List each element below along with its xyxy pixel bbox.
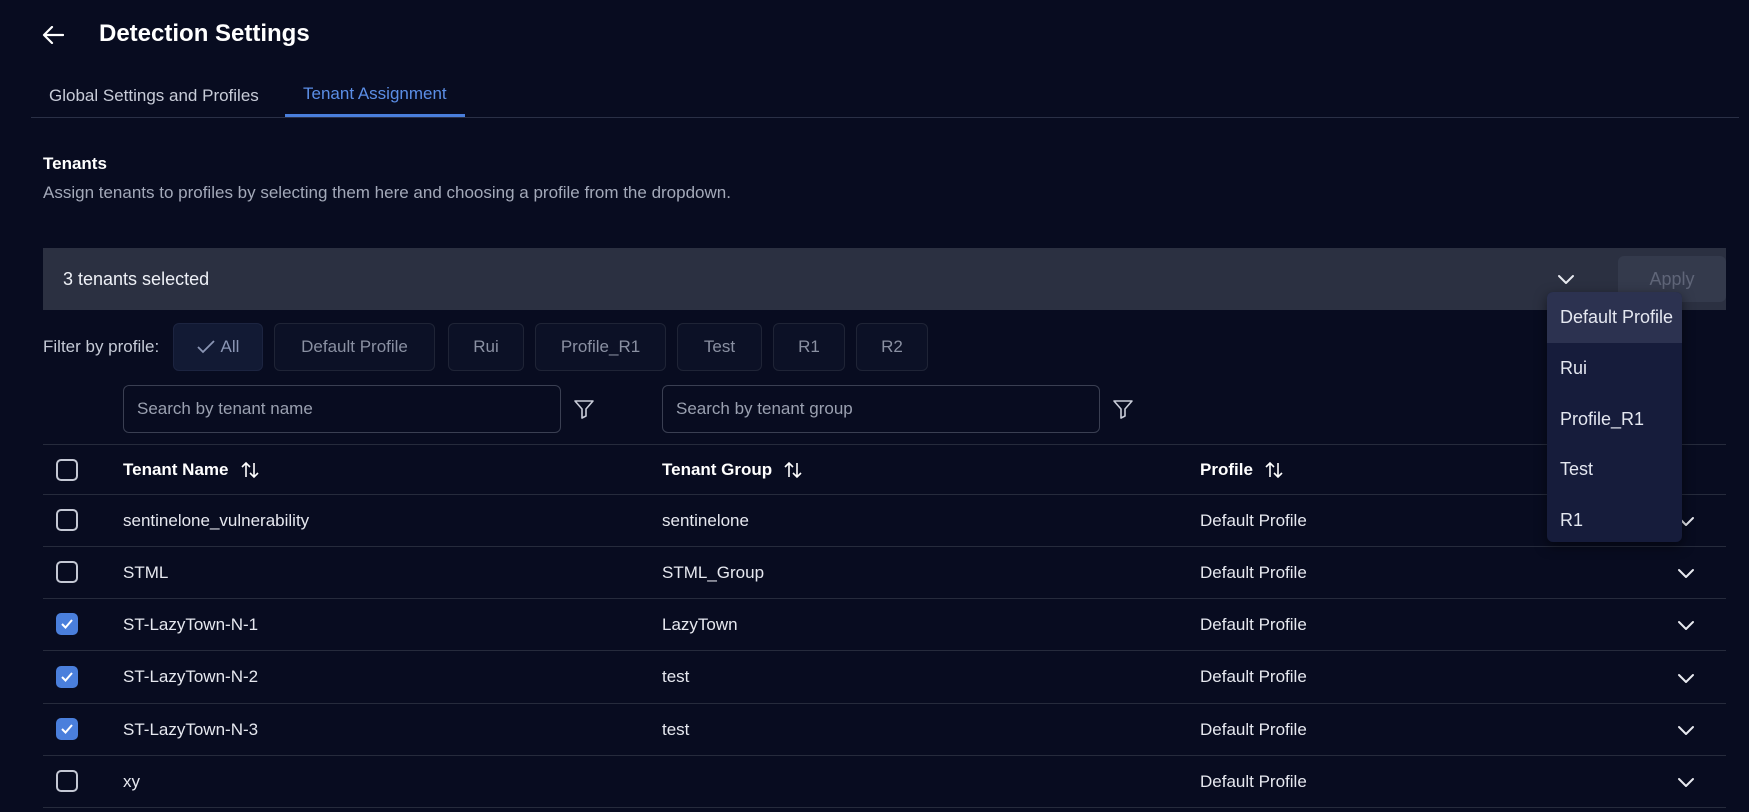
tenant-profile: Default Profile bbox=[1200, 771, 1307, 791]
tenant-name: sentinelone_vulnerability bbox=[123, 510, 310, 530]
row-checkbox[interactable] bbox=[56, 509, 78, 531]
row-checkbox[interactable] bbox=[56, 613, 78, 635]
row-checkbox[interactable] bbox=[56, 718, 78, 740]
chevron-down-icon[interactable] bbox=[1674, 718, 1698, 742]
dropdown-option-r1[interactable]: R1 bbox=[1547, 495, 1682, 542]
filter-funnel-icon[interactable] bbox=[572, 397, 596, 421]
tenant-profile: Default Profile bbox=[1200, 562, 1307, 582]
tab-tenant-assignment[interactable]: Tenant Assignment bbox=[285, 74, 465, 117]
filter-chip-r1[interactable]: R1 bbox=[773, 323, 845, 371]
column-label: Tenant Name bbox=[123, 460, 229, 479]
section-title: Tenants bbox=[43, 154, 107, 173]
tenant-name: xy bbox=[123, 771, 140, 791]
check-icon bbox=[196, 340, 215, 354]
tenant-profile: Default Profile bbox=[1200, 614, 1307, 634]
filter-chip-all[interactable]: All bbox=[173, 323, 263, 371]
filter-chip-label: All bbox=[220, 337, 240, 356]
tenant-group-search-input[interactable] bbox=[662, 385, 1100, 433]
dropdown-option-profile-r1[interactable]: Profile_R1 bbox=[1547, 394, 1682, 445]
sort-icon[interactable] bbox=[1263, 459, 1285, 481]
tenant-group: sentinelone bbox=[662, 510, 749, 530]
row-checkbox[interactable] bbox=[56, 770, 78, 792]
dropdown-option-rui[interactable]: Rui bbox=[1547, 343, 1682, 394]
tenant-group: test bbox=[662, 667, 690, 686]
dropdown-option-default-profile[interactable]: Default Profile bbox=[1547, 292, 1682, 343]
section-description: Assign tenants to profiles by selecting … bbox=[43, 183, 731, 202]
row-checkbox[interactable] bbox=[56, 561, 78, 583]
selected-count: 3 tenants selected bbox=[63, 268, 210, 289]
column-header-tenant-name[interactable]: Tenant Name bbox=[123, 445, 261, 495]
table-row: ST-LazyTown-N-3 test Default Profile bbox=[43, 704, 1726, 756]
tab-global-settings[interactable]: Global Settings and Profiles bbox=[31, 74, 277, 118]
chevron-down-icon[interactable] bbox=[1674, 561, 1698, 585]
tenant-name: ST-LazyTown-N-3 bbox=[123, 719, 259, 739]
filter-chip-profile-r1[interactable]: Profile_R1 bbox=[535, 323, 666, 371]
tenant-profile: Default Profile bbox=[1200, 719, 1307, 739]
chevron-down-icon[interactable] bbox=[1674, 613, 1698, 637]
table-row: STML STML_Group Default Profile bbox=[43, 547, 1726, 599]
select-all-checkbox[interactable] bbox=[56, 459, 78, 481]
dropdown-option-test[interactable]: Test bbox=[1547, 444, 1682, 495]
tenant-group: STML_Group bbox=[662, 562, 765, 582]
page-title: Detection Settings bbox=[99, 20, 310, 47]
back-arrow-icon[interactable] bbox=[40, 22, 66, 48]
column-label: Tenant Group bbox=[662, 460, 773, 479]
chevron-down-icon[interactable] bbox=[1674, 770, 1698, 794]
sort-icon[interactable] bbox=[239, 459, 261, 481]
filter-label: Filter by profile: bbox=[43, 337, 160, 356]
column-header-profile[interactable]: Profile bbox=[1200, 445, 1285, 495]
table-row: xy Default Profile bbox=[43, 756, 1726, 808]
table-header-row: Tenant Name Tenant Group Profile bbox=[43, 444, 1726, 495]
table-row: ST-LazyTown-N-2 test Default Profile bbox=[43, 651, 1726, 704]
filter-chip-default-profile[interactable]: Default Profile bbox=[274, 323, 435, 371]
tenant-profile: Default Profile bbox=[1200, 667, 1307, 686]
column-label: Profile bbox=[1200, 460, 1253, 479]
tenant-name: ST-LazyTown-N-2 bbox=[123, 667, 259, 686]
tenant-name: STML bbox=[123, 562, 169, 582]
tenant-name: ST-LazyTown-N-1 bbox=[123, 614, 259, 634]
tenant-profile: Default Profile bbox=[1200, 510, 1307, 530]
filter-chip-r2[interactable]: R2 bbox=[856, 323, 928, 371]
filter-chip-rui[interactable]: Rui bbox=[448, 323, 524, 371]
sort-icon[interactable] bbox=[782, 459, 804, 481]
table-row: sentinelone_vulnerability sentinelone De… bbox=[43, 495, 1726, 547]
chevron-down-icon[interactable] bbox=[1553, 266, 1579, 292]
chevron-down-icon[interactable] bbox=[1674, 666, 1698, 690]
tab-bar: Global Settings and Profiles Tenant Assi… bbox=[31, 74, 1739, 118]
selection-bar: 3 tenants selected Apply bbox=[43, 248, 1726, 310]
filter-funnel-icon[interactable] bbox=[1111, 397, 1135, 421]
tenant-group: LazyTown bbox=[662, 614, 738, 634]
profile-dropdown-menu: Default Profile Rui Profile_R1 Test R1 bbox=[1547, 292, 1682, 542]
column-header-tenant-group[interactable]: Tenant Group bbox=[662, 445, 804, 495]
table-row: ST-LazyTown-N-1 LazyTown Default Profile bbox=[43, 599, 1726, 651]
tenant-name-search-input[interactable] bbox=[123, 385, 561, 433]
filter-chip-test[interactable]: Test bbox=[677, 323, 762, 371]
row-checkbox[interactable] bbox=[56, 666, 78, 688]
tenant-group: test bbox=[662, 719, 690, 739]
